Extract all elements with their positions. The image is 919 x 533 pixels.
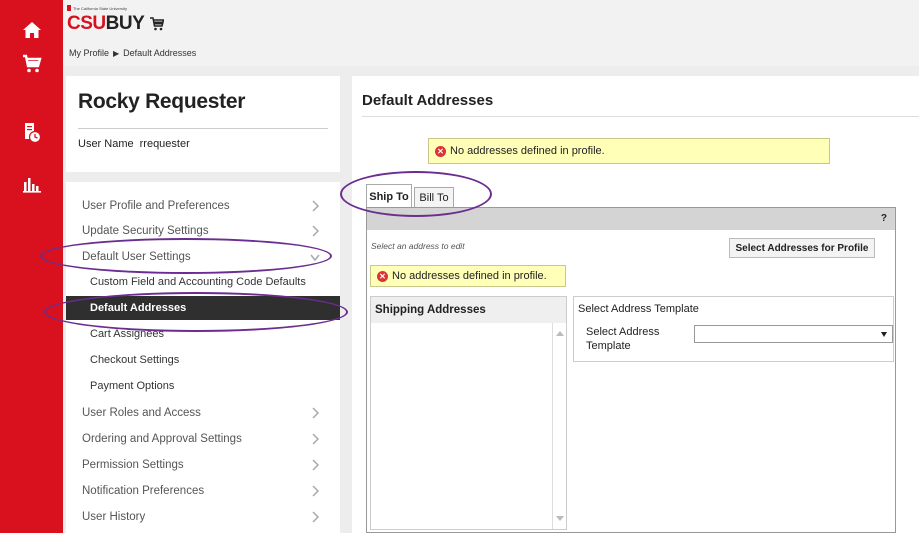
- breadcrumb-my-profile[interactable]: My Profile: [69, 48, 109, 58]
- chevron-right-icon: [312, 459, 320, 471]
- menu-custom-field-defaults[interactable]: Custom Field and Accounting Code Default…: [66, 270, 340, 294]
- logo-cart-icon: [150, 17, 164, 31]
- logo-tagline: The California State University: [67, 5, 127, 11]
- menu-item-label: Default User Settings: [82, 251, 191, 263]
- menu-item-label: User Roles and Access: [82, 407, 201, 419]
- menu-item-label: Ordering and Approval Settings: [82, 433, 242, 445]
- logo-csu: CSU: [67, 13, 106, 34]
- chevron-right-icon: [312, 485, 320, 497]
- menu-ordering-and-approval-settings[interactable]: Ordering and Approval Settings: [66, 427, 340, 451]
- logo-tag-mark: [67, 5, 71, 11]
- orders-clock-icon[interactable]: [0, 113, 63, 153]
- menu-item-label: Permission Settings: [82, 459, 184, 471]
- menu-permission-settings[interactable]: Permission Settings: [66, 453, 340, 477]
- address-template-title: Select Address Template: [578, 303, 699, 315]
- select-address-hint: Select an address to edit: [371, 241, 465, 251]
- inner-alert: ✕ No addresses defined in profile.: [370, 265, 566, 287]
- breadcrumb-separator-icon: ▶: [113, 48, 120, 58]
- chevron-right-icon: [312, 200, 320, 212]
- address-template-select[interactable]: [694, 325, 893, 343]
- inner-alert-text: No addresses defined in profile.: [392, 270, 547, 282]
- menu-default-addresses[interactable]: Default Addresses: [66, 296, 340, 320]
- ship-to-panel: ? Select an address to edit Select Addre…: [366, 207, 896, 533]
- top-alert: ✕ No addresses defined in profile.: [428, 138, 830, 164]
- menu-cart-assignees[interactable]: Cart Assignees: [66, 322, 340, 346]
- menu-item-label: User History: [82, 511, 146, 523]
- tab-bill-to[interactable]: Bill To: [414, 187, 454, 208]
- shipping-addresses-list: Shipping Addresses: [370, 296, 567, 530]
- title-divider: [362, 116, 919, 117]
- logo-buy: BUY: [105, 13, 145, 34]
- error-icon: ✕: [435, 145, 446, 157]
- tab-label: Ship To: [369, 190, 409, 203]
- chevron-down-icon: [310, 254, 320, 262]
- menu-user-roles-and-access[interactable]: User Roles and Access: [66, 401, 340, 425]
- username-value: rrequester: [139, 138, 190, 150]
- logo-tagline-text: The California State University: [72, 5, 127, 11]
- menu-update-security-settings[interactable]: Update Security Settings: [66, 219, 340, 243]
- left-nav-rail: [0, 0, 63, 533]
- chevron-down-icon: [881, 332, 887, 337]
- reports-bar-chart-icon[interactable]: [0, 165, 63, 205]
- top-header: The California State University CSUBUY M…: [63, 0, 919, 66]
- tab-ship-to[interactable]: Ship To: [366, 184, 412, 208]
- profile-name: Rocky Requester: [78, 90, 246, 113]
- username-label: User Name: [78, 138, 134, 150]
- menu-notification-preferences[interactable]: Notification Preferences: [66, 479, 340, 503]
- menu-checkout-settings[interactable]: Checkout Settings: [66, 348, 340, 372]
- panel-header-bar: ?: [367, 208, 895, 230]
- tab-label: Bill To: [419, 192, 449, 204]
- chevron-right-icon: [312, 433, 320, 445]
- breadcrumb: My Profile ▶ Default Addresses: [69, 48, 196, 58]
- error-icon: ✕: [377, 270, 388, 282]
- scroll-up-icon[interactable]: [556, 331, 564, 336]
- settings-menu: User Profile and Preferences Update Secu…: [66, 182, 340, 533]
- menu-default-user-settings[interactable]: Default User Settings: [66, 245, 340, 269]
- help-icon[interactable]: ?: [881, 213, 887, 224]
- logo-wordmark: CSUBUY: [67, 13, 145, 35]
- chevron-right-icon: [312, 407, 320, 419]
- chevron-right-icon: [312, 511, 320, 523]
- profile-username: User Name rrequester: [78, 138, 190, 150]
- top-alert-text: No addresses defined in profile.: [450, 145, 605, 157]
- menu-item-label: User Profile and Preferences: [82, 200, 230, 212]
- menu-payment-options[interactable]: Payment Options: [66, 374, 340, 398]
- shipping-list-scrollbar[interactable]: [552, 323, 566, 529]
- csubuy-logo[interactable]: The California State University CSUBUY: [67, 5, 187, 37]
- select-addresses-for-profile-button[interactable]: Select Addresses for Profile: [729, 238, 875, 258]
- breadcrumb-current: Default Addresses: [123, 48, 197, 58]
- address-template-box: Select Address Template Select Address T…: [573, 296, 894, 362]
- shipping-addresses-header: Shipping Addresses: [371, 297, 566, 323]
- profile-card: Rocky Requester User Name rrequester: [66, 76, 340, 172]
- menu-user-profile-and-preferences[interactable]: User Profile and Preferences: [66, 194, 340, 218]
- menu-user-history[interactable]: User History: [66, 505, 340, 529]
- menu-item-label: Update Security Settings: [82, 225, 209, 237]
- scroll-down-icon[interactable]: [556, 516, 564, 521]
- content-panel: Default Addresses ✕ No addresses defined…: [352, 76, 919, 533]
- page-title: Default Addresses: [362, 92, 494, 109]
- address-template-label: Select Address Template: [586, 326, 660, 352]
- chevron-right-icon: [312, 225, 320, 237]
- cart-icon[interactable]: [0, 44, 63, 84]
- profile-divider: [78, 128, 328, 129]
- menu-item-label: Notification Preferences: [82, 485, 205, 497]
